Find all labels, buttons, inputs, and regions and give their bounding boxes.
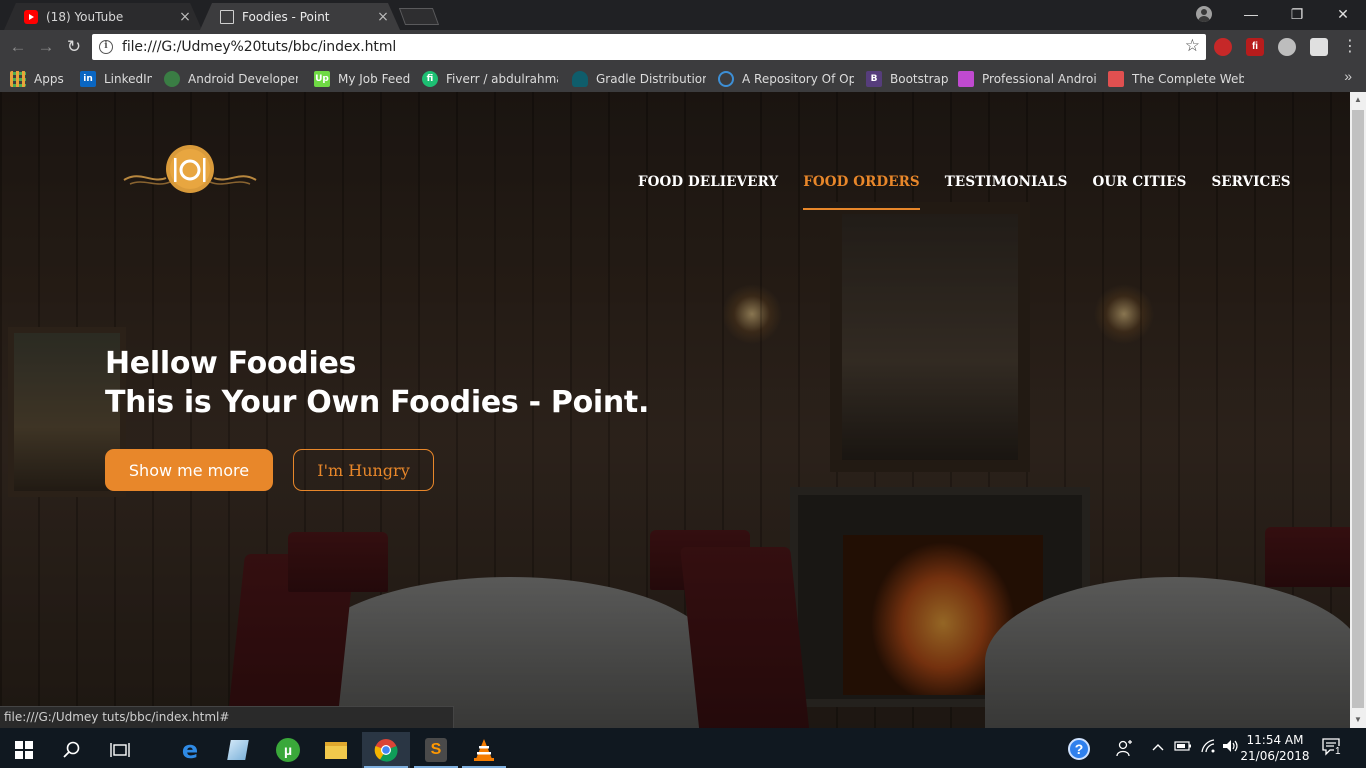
action-center-button[interactable]: 1: [1322, 738, 1342, 759]
scroll-up-arrow-icon[interactable]: ▲: [1350, 92, 1366, 108]
sublime-text-icon: S: [425, 738, 447, 762]
gradle-icon: [572, 71, 588, 87]
foodies-logo[interactable]: [120, 144, 260, 194]
folder-icon: [325, 741, 347, 759]
nav-food-delivery[interactable]: FOOD DELIEVERY: [638, 174, 778, 210]
search-button[interactable]: [48, 732, 96, 768]
bootstrap-icon: B: [866, 71, 882, 87]
clock-date: 21/06/2018: [1240, 749, 1310, 763]
windows-logo-icon: [15, 741, 33, 759]
hero-line-2: This is Your Own Foodies - Point.: [105, 385, 650, 420]
nav-food-orders[interactable]: FOOD ORDERS: [803, 174, 920, 210]
page-viewport: FOOD DELIEVERY FOOD ORDERS TESTIMONIALS …: [0, 92, 1350, 728]
notification-count-badge: 1: [1334, 746, 1342, 757]
close-window-button[interactable]: ✕: [1320, 0, 1366, 28]
notepad-icon: [227, 740, 249, 760]
upwork-icon: Up: [314, 71, 330, 87]
android-studio-icon: [164, 71, 180, 87]
volume-icon[interactable]: [1222, 739, 1240, 756]
back-button[interactable]: ←: [8, 37, 28, 57]
forward-button[interactable]: →: [36, 37, 56, 57]
tab-foodies-point[interactable]: Foodies - Point ×: [200, 3, 400, 30]
wifi-icon[interactable]: [1200, 739, 1216, 756]
search-icon: [63, 741, 80, 758]
scroll-down-arrow-icon[interactable]: ▼: [1350, 712, 1366, 728]
youtube-icon: [24, 9, 38, 24]
bookmark-fiverr[interactable]: fi Fiverr / abdulrahman: [422, 70, 558, 88]
maximize-button[interactable]: ❐: [1274, 0, 1320, 28]
chrome-icon: [374, 739, 398, 762]
windows-taskbar: e µ S ? 11:54 AM 21/06/2018 1: [0, 728, 1366, 768]
reload-button[interactable]: ↻: [64, 37, 84, 57]
close-tab-icon[interactable]: ×: [178, 9, 192, 25]
extension-icon[interactable]: [1310, 38, 1328, 56]
bookmark-apps[interactable]: Apps: [10, 70, 70, 88]
bookmark-repository[interactable]: A Repository Of Ope: [718, 70, 854, 88]
nav-testimonials[interactable]: TESTIMONIALS: [945, 174, 1068, 210]
start-button[interactable]: [0, 732, 48, 768]
browser-tab-strip: (18) YouTube × Foodies - Point × — ❐ ✕: [0, 0, 1366, 30]
bookmark-gradle[interactable]: Gradle Distributions: [572, 70, 706, 88]
close-tab-icon[interactable]: ×: [376, 9, 390, 25]
fiverr-extension-icon[interactable]: fi: [1246, 38, 1264, 56]
show-me-more-button[interactable]: Show me more: [105, 449, 273, 491]
taskbar-chrome[interactable]: [362, 732, 410, 768]
minimize-button[interactable]: —: [1228, 0, 1274, 28]
adblock-extension-icon[interactable]: [1214, 38, 1232, 56]
bookmark-android-developer[interactable]: Android Developer: [164, 70, 298, 88]
task-view-button[interactable]: [96, 732, 144, 768]
bookmark-complete-web[interactable]: The Complete Web: [1108, 70, 1244, 88]
bookmark-professional-android[interactable]: Professional Androic: [958, 70, 1096, 88]
taskbar-sublime-text[interactable]: S: [412, 732, 460, 768]
bookmark-linkedin[interactable]: in LinkedIn: [80, 70, 152, 88]
edge-icon: e: [181, 736, 199, 764]
hero-line-1: Hellow Foodies: [105, 346, 357, 381]
im-hungry-button[interactable]: I'm Hungry: [293, 449, 434, 491]
url-text[interactable]: file:///G:/Udmey%20tuts/bbc/index.html: [122, 39, 396, 55]
page-icon: [220, 9, 234, 24]
clock-time: 11:54 AM: [1246, 733, 1304, 747]
fiverr-icon: fi: [422, 71, 438, 87]
tab-youtube[interactable]: (18) YouTube ×: [4, 3, 202, 30]
help-icon[interactable]: ?: [1068, 738, 1090, 760]
tab-title: Foodies - Point: [242, 9, 330, 24]
taskbar-clock[interactable]: 11:54 AM 21/06/2018: [1240, 732, 1310, 764]
chrome-menu-icon[interactable]: ⋮: [1340, 36, 1360, 58]
utorrent-icon: µ: [276, 738, 300, 762]
task-view-icon: [110, 743, 130, 757]
show-hidden-icons-icon[interactable]: [1152, 740, 1164, 755]
info-icon[interactable]: i: [99, 40, 113, 54]
bookmark-my-job-feed[interactable]: Up My Job Feed: [314, 70, 410, 88]
tab-title: (18) YouTube: [46, 9, 124, 24]
new-tab-button[interactable]: [398, 8, 440, 25]
profile-icon[interactable]: [1196, 6, 1212, 22]
apps-grid-icon: [10, 71, 26, 87]
more-bookmarks-icon[interactable]: »: [1344, 68, 1352, 84]
nav-services[interactable]: SERVICES: [1211, 174, 1290, 210]
vertical-scrollbar[interactable]: ▲ ▼: [1350, 92, 1366, 728]
taskbar-file-explorer[interactable]: [312, 732, 360, 768]
vlc-icon: [474, 739, 494, 761]
bookmark-star-icon[interactable]: ☆: [1185, 36, 1200, 56]
status-bar-url: file:///G:/Udmey tuts/bbc/index.html#: [0, 706, 454, 728]
taskbar-utorrent[interactable]: µ: [264, 732, 312, 768]
scroll-thumb[interactable]: [1352, 110, 1364, 708]
nav-our-cities[interactable]: OUR CITIES: [1093, 174, 1187, 210]
linkedin-icon: in: [80, 71, 96, 87]
bookmark-bootstrap[interactable]: B Bootstrap: [866, 70, 948, 88]
complete-web-icon: [1108, 71, 1124, 87]
professional-android-icon: [958, 71, 974, 87]
people-icon[interactable]: [1116, 739, 1134, 760]
hero-heading: Hellow Foodies This is Your Own Foodies …: [105, 344, 649, 422]
address-bar[interactable]: i file:///G:/Udmey%20tuts/bbc/index.html…: [92, 34, 1206, 60]
taskbar-vlc[interactable]: [460, 732, 508, 768]
battery-icon[interactable]: [1174, 740, 1192, 755]
taskbar-notepad[interactable]: [214, 732, 262, 768]
repository-icon: [718, 71, 734, 87]
main-navigation: FOOD DELIEVERY FOOD ORDERS TESTIMONIALS …: [638, 174, 1291, 210]
cloud-extension-icon[interactable]: [1278, 38, 1296, 56]
taskbar-edge[interactable]: e: [166, 732, 214, 768]
bookmarks-bar: Apps in LinkedIn Android Developer Up My…: [0, 64, 1366, 92]
